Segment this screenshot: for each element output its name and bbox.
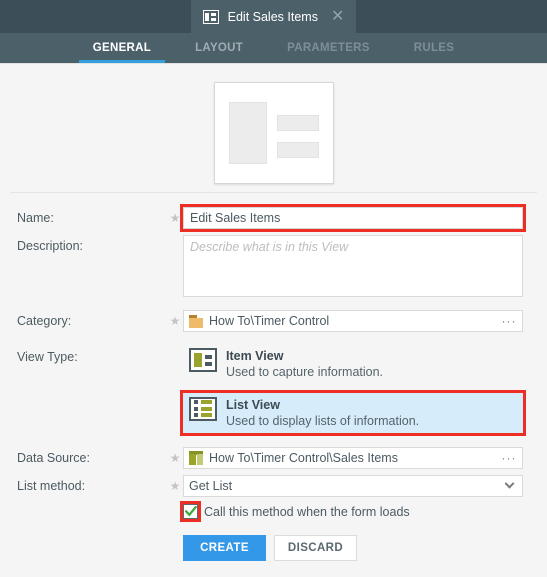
category-value: How To\Timer Control	[209, 314, 330, 328]
tab-parameters[interactable]: PARAMETERS	[265, 33, 392, 63]
window-tab-title: Edit Sales Items	[227, 9, 318, 24]
general-form: Name: ★ Description: Category: ★	[0, 193, 547, 561]
close-icon[interactable]: ✕	[331, 8, 344, 25]
view-type-option-item-view[interactable]: Item View Used to capture information.	[183, 344, 523, 385]
preview-area	[0, 64, 547, 184]
view-type-options: Item View Used to capture information. L…	[180, 344, 526, 441]
field-row-description: Description:	[17, 235, 523, 302]
item-view-title: Item View	[226, 349, 284, 363]
field-row-list-method: List method: ★ Get List	[17, 475, 523, 497]
window-tab-edit-sales-items[interactable]: Edit Sales Items ✕	[190, 0, 357, 33]
required-star-icon: ★	[169, 211, 181, 225]
name-label: Name:	[17, 211, 54, 225]
field-row-view-type: View Type: Item View Used to capture inf…	[17, 344, 526, 441]
preview-bar	[276, 114, 319, 131]
preview-bar	[276, 141, 319, 158]
call-on-load-label: Call this method when the form loads	[204, 504, 410, 519]
view-type-label: View Type:	[17, 350, 78, 364]
no-required-marker	[167, 235, 183, 239]
data-source-label: Data Source:	[17, 451, 90, 465]
view-layout-preview	[213, 82, 334, 184]
preview-left-block	[228, 102, 267, 164]
check-icon	[184, 506, 197, 517]
list-view-icon	[189, 396, 217, 421]
category-browse-button[interactable]: ···	[497, 311, 521, 331]
list-view-icon	[202, 9, 219, 24]
list-method-label: List method:	[17, 479, 86, 493]
folder-icon	[189, 314, 203, 328]
call-on-load-checkbox[interactable]	[183, 504, 198, 519]
dialog-body: Name: ★ Description: Category: ★	[0, 64, 547, 576]
list-view-description: Used to display lists of information.	[226, 413, 420, 428]
field-row-data-source: Data Source: ★ How To\Timer Control\Sale…	[17, 447, 523, 469]
title-bar: Edit Sales Items ✕	[0, 0, 547, 33]
data-source-browse-button[interactable]: ···	[497, 448, 521, 468]
tab-rules[interactable]: RULES	[392, 33, 476, 63]
data-source-picker[interactable]: How To\Timer Control\Sales Items ···	[183, 447, 523, 469]
required-star-icon: ★	[169, 314, 181, 328]
category-picker[interactable]: How To\Timer Control ···	[183, 310, 523, 332]
item-view-icon	[189, 348, 217, 372]
category-label: Category:	[17, 314, 72, 328]
list-method-dropdown[interactable]: Get List	[183, 475, 523, 497]
view-type-option-list-view[interactable]: List View Used to display lists of infor…	[180, 389, 526, 436]
call-on-load-row: Call this method when the form loads	[17, 501, 523, 522]
required-star-icon: ★	[169, 451, 181, 465]
tab-layout[interactable]: LAYOUT	[173, 33, 265, 63]
discard-button[interactable]: DISCARD	[274, 535, 357, 561]
list-method-value: Get List	[189, 479, 233, 493]
description-label: Description:	[17, 239, 83, 253]
field-row-category: Category: ★ How To\Timer Control ···	[17, 310, 523, 332]
field-row-name: Name: ★	[17, 204, 526, 232]
required-star-icon: ★	[169, 479, 181, 493]
list-view-title: List View	[226, 397, 280, 412]
data-source-value: How To\Timer Control\Sales Items	[209, 451, 398, 465]
description-textarea[interactable]	[183, 235, 523, 297]
name-input[interactable]	[180, 204, 526, 232]
preview-right-blocks	[276, 109, 319, 158]
dialog-actions: CREATE DISCARD	[17, 535, 523, 561]
call-on-load-highlight	[180, 501, 201, 522]
no-required-marker	[167, 344, 183, 348]
tab-bar: GENERAL LAYOUT PARAMETERS RULES	[0, 33, 547, 64]
tab-general[interactable]: GENERAL	[71, 33, 173, 63]
item-view-description: Used to capture information.	[226, 365, 384, 380]
chevron-down-icon[interactable]	[496, 476, 522, 496]
create-button[interactable]: CREATE	[183, 535, 266, 561]
cube-icon	[189, 451, 203, 465]
